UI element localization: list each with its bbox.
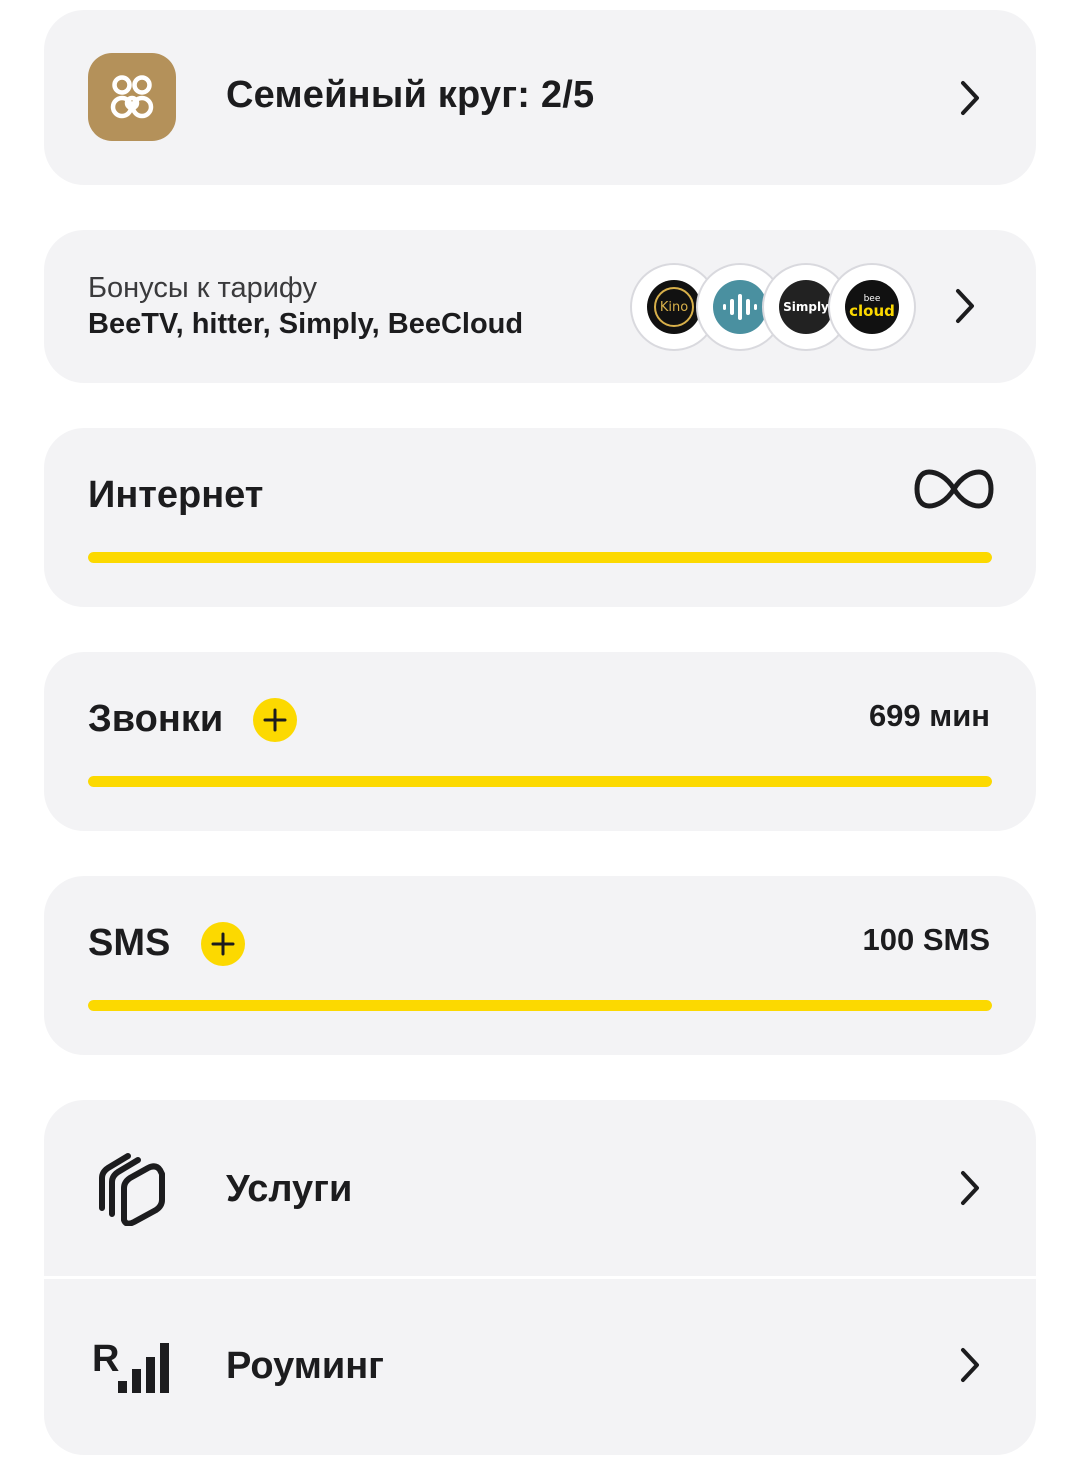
simply-logo-text: Simply — [783, 300, 829, 314]
calls-label: Звонки — [88, 698, 224, 740]
bonuses-subtitle: Бонусы к тарифу — [88, 272, 317, 304]
roaming-icon: R — [92, 1337, 174, 1400]
calls-value: 699 мин — [868, 698, 990, 733]
roaming-label: Роуминг — [226, 1345, 384, 1387]
chevron-right-icon — [956, 1345, 984, 1385]
sms-card[interactable]: SMS 100 SMS — [44, 876, 1036, 1055]
beecloud-logo-bottom: cloud — [849, 302, 895, 320]
add-sms-button[interactable] — [201, 922, 245, 966]
hitter-wave-icon — [723, 294, 757, 320]
links-card: Услуги R Роуминг — [44, 1100, 1036, 1455]
sms-value: 100 SMS — [862, 922, 990, 957]
services-row[interactable]: Услуги — [44, 1100, 1036, 1276]
svg-text:R: R — [92, 1338, 119, 1380]
chevron-right-icon — [951, 286, 979, 326]
sms-progress-bar — [88, 1000, 992, 1011]
internet-card[interactable]: Интернет — [44, 428, 1036, 607]
family-circle-title: Семейный круг: 2/5 — [226, 74, 595, 116]
beecloud-logo: bee cloud — [828, 263, 916, 351]
family-circle-card[interactable]: Семейный круг: 2/5 — [44, 10, 1036, 185]
internet-label: Интернет — [88, 474, 264, 516]
calls-progress-fill — [88, 776, 992, 787]
kino-logo-text: Kino — [659, 299, 689, 315]
calls-card[interactable]: Звонки 699 мин — [44, 652, 1036, 831]
services-label: Услуги — [226, 1168, 353, 1210]
sms-progress-fill — [88, 1000, 992, 1011]
calls-progress-bar — [88, 776, 992, 787]
family-circle-icon — [88, 53, 176, 141]
chevron-right-icon — [956, 1168, 984, 1208]
internet-progress-fill — [88, 552, 992, 563]
plus-icon — [263, 708, 287, 732]
add-calls-button[interactable] — [253, 698, 297, 742]
services-icon — [94, 1150, 170, 1231]
sms-label: SMS — [88, 922, 171, 964]
chevron-right-icon — [956, 78, 984, 118]
bonus-logos: Kino Simply bee cloud — [630, 263, 920, 351]
roaming-row[interactable]: R Роуминг — [44, 1279, 1036, 1455]
plus-icon — [211, 932, 235, 956]
tariff-bonuses-card[interactable]: Бонусы к тарифу BeeTV, hitter, Simply, B… — [44, 230, 1036, 383]
internet-progress-bar — [88, 552, 992, 563]
bonuses-list: BeeTV, hitter, Simply, BeeCloud — [88, 308, 524, 340]
infinity-icon — [914, 468, 994, 515]
